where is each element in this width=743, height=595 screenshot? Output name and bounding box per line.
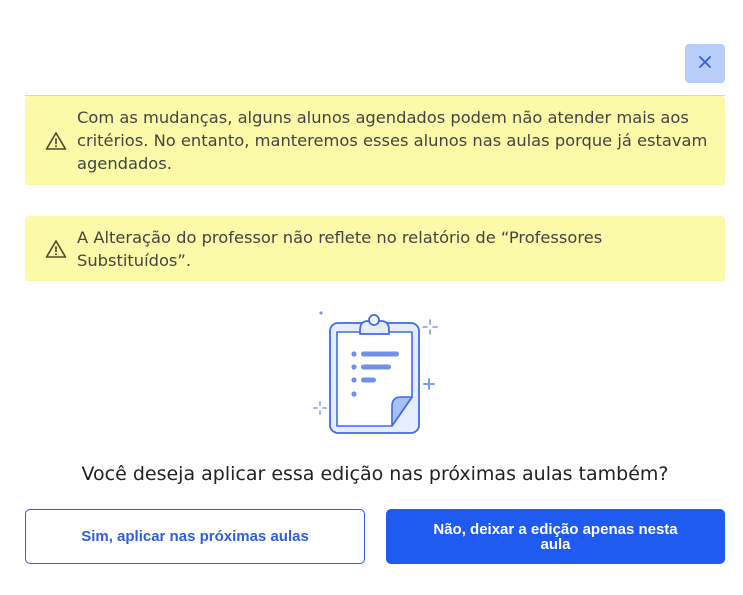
alert-text: Com as mudanças, alguns alunos agendados…	[77, 108, 708, 173]
warning-alert-report: A Alteração do professor não reflete no …	[25, 216, 725, 281]
warning-icon	[45, 239, 67, 259]
warning-icon	[45, 131, 67, 151]
close-button[interactable]	[685, 44, 725, 83]
close-icon	[698, 55, 712, 72]
clipboard-illustration	[308, 308, 440, 438]
alert-text: A Alteração do professor não reflete no …	[77, 227, 603, 270]
warning-alert-criteria: Com as mudanças, alguns alunos agendados…	[25, 96, 725, 185]
apply-next-classes-button[interactable]: Sim, aplicar nas próximas aulas	[25, 509, 365, 564]
this-class-only-button[interactable]: Não, deixar a edição apenas nesta aula	[386, 509, 725, 564]
apply-question: Você deseja aplicar essa edição nas próx…	[81, 463, 669, 485]
